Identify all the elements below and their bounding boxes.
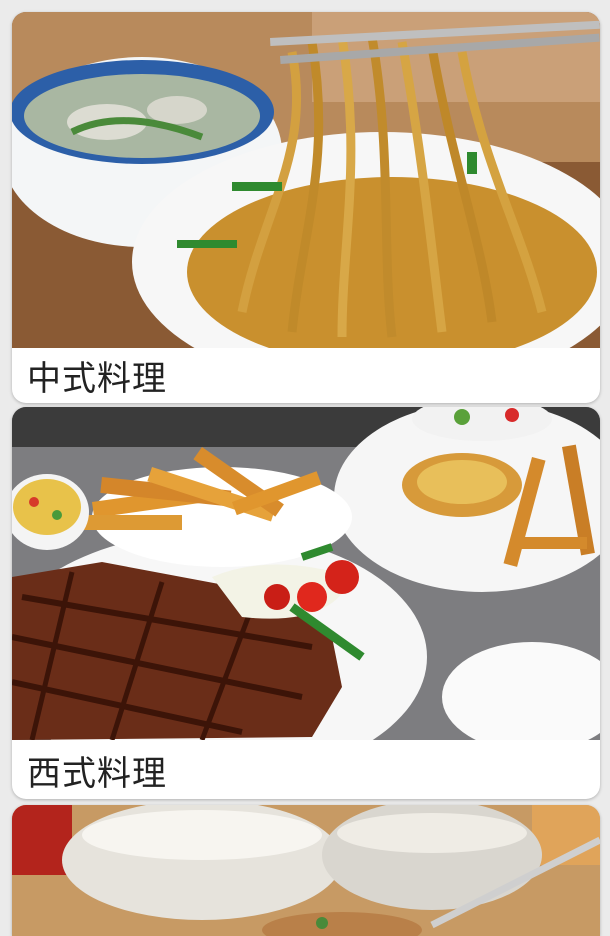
category-label: 中式料理 [27,359,167,399]
category-feed: 中式料理 西式料理 [0,0,610,936]
western-cuisine-photo [12,407,600,740]
category-card-western[interactable]: 西式料理 [12,407,600,799]
category-label: 西式料理 [27,754,167,794]
category-card-chinese[interactable]: 中式料理 [12,12,600,403]
category-card-partial[interactable] [12,805,600,936]
cuisine-photo [12,805,600,936]
chinese-cuisine-photo [12,12,600,348]
